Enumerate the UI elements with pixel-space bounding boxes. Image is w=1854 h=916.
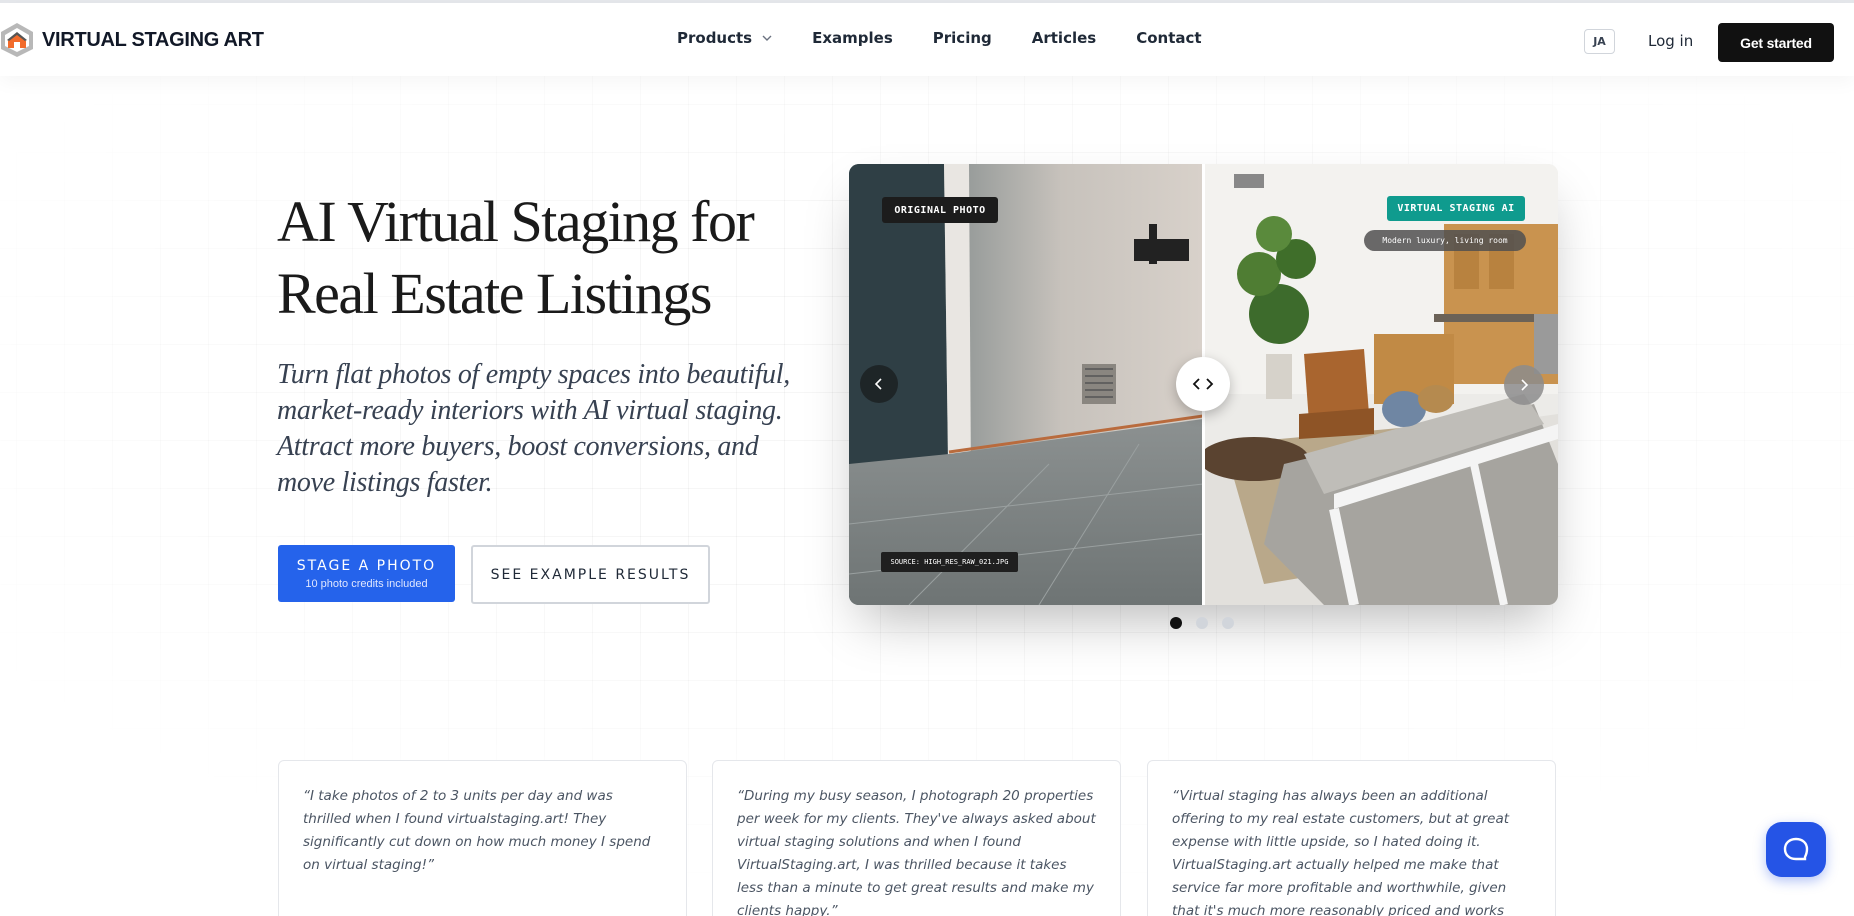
compare-drag-handle[interactable] xyxy=(1176,357,1230,411)
nav-products[interactable]: Products xyxy=(677,29,772,47)
nav-contact[interactable]: Contact xyxy=(1136,29,1201,47)
stage-photo-button[interactable]: STAGE A PHOTO 10 photo credits included xyxy=(278,545,455,602)
login-link[interactable]: Log in xyxy=(1648,32,1693,50)
virtual-staging-tag: VIRTUAL STAGING AI xyxy=(1387,196,1525,221)
nav-products-label: Products xyxy=(677,29,753,47)
language-switch[interactable]: JA xyxy=(1584,29,1615,54)
source-file-tag: SOURCE: HIGH_RES_RAW_021.JPG xyxy=(881,552,1018,572)
testimonial-quote: “I take photos of 2 to 3 units per day a… xyxy=(303,788,651,873)
testimonial-card: “During my busy season, I photograph 20 … xyxy=(712,760,1121,916)
get-started-button[interactable]: Get started xyxy=(1718,23,1834,62)
testimonials-section: “I take photos of 2 to 3 units per day a… xyxy=(278,760,1557,916)
prev-slide-button[interactable] xyxy=(860,365,898,403)
style-tag: Modern luxury, living room xyxy=(1364,230,1526,251)
brand-name: VIRTUAL STAGING ART xyxy=(42,28,264,51)
house-logo-icon xyxy=(1,23,33,57)
see-examples-button[interactable]: SEE EXAMPLE RESULTS xyxy=(471,545,710,604)
hero-subtitle: Turn flat photos of empty spaces into be… xyxy=(277,359,790,498)
main-nav: Products Examples Pricing Articles Conta… xyxy=(677,29,1242,47)
compare-arrows-icon xyxy=(1192,378,1214,390)
slide-dot-1[interactable] xyxy=(1170,617,1182,629)
site-header: VIRTUAL STAGING ART Products Examples Pr… xyxy=(0,3,1854,76)
original-photo xyxy=(849,164,1203,605)
next-slide-button[interactable] xyxy=(1504,365,1544,405)
testimonial-quote: “During my busy season, I photograph 20 … xyxy=(737,788,1096,916)
stage-photo-sublabel: 10 photo credits included xyxy=(305,577,428,590)
hero-title: AI Virtual Staging for Real Estate Listi… xyxy=(277,189,755,326)
stage-photo-label: STAGE A PHOTO xyxy=(296,557,437,574)
slide-dot-3[interactable] xyxy=(1222,617,1234,629)
testimonial-quote: “Virtual staging has always been an addi… xyxy=(1172,788,1510,916)
support-chat-button[interactable] xyxy=(1766,822,1826,877)
original-photo-tag: ORIGINAL PHOTO xyxy=(882,197,998,223)
nav-examples[interactable]: Examples xyxy=(812,29,893,47)
chat-icon xyxy=(1783,837,1809,860)
nav-articles[interactable]: Articles xyxy=(1032,29,1096,47)
nav-pricing[interactable]: Pricing xyxy=(933,29,992,47)
chevron-right-icon xyxy=(1521,379,1529,391)
chevron-down-icon xyxy=(762,35,772,41)
slide-dot-2[interactable] xyxy=(1196,617,1208,629)
testimonial-card: “Virtual staging has always been an addi… xyxy=(1147,760,1556,916)
chevron-left-icon xyxy=(874,378,882,390)
slider-pagination xyxy=(1170,617,1248,629)
testimonial-card: “I take photos of 2 to 3 units per day a… xyxy=(278,760,687,916)
before-after-slider[interactable]: ORIGINAL PHOTO SOURCE: HIGH_RES_RAW_021.… xyxy=(849,164,1558,605)
brand-logo[interactable]: VIRTUAL STAGING ART xyxy=(0,22,264,58)
